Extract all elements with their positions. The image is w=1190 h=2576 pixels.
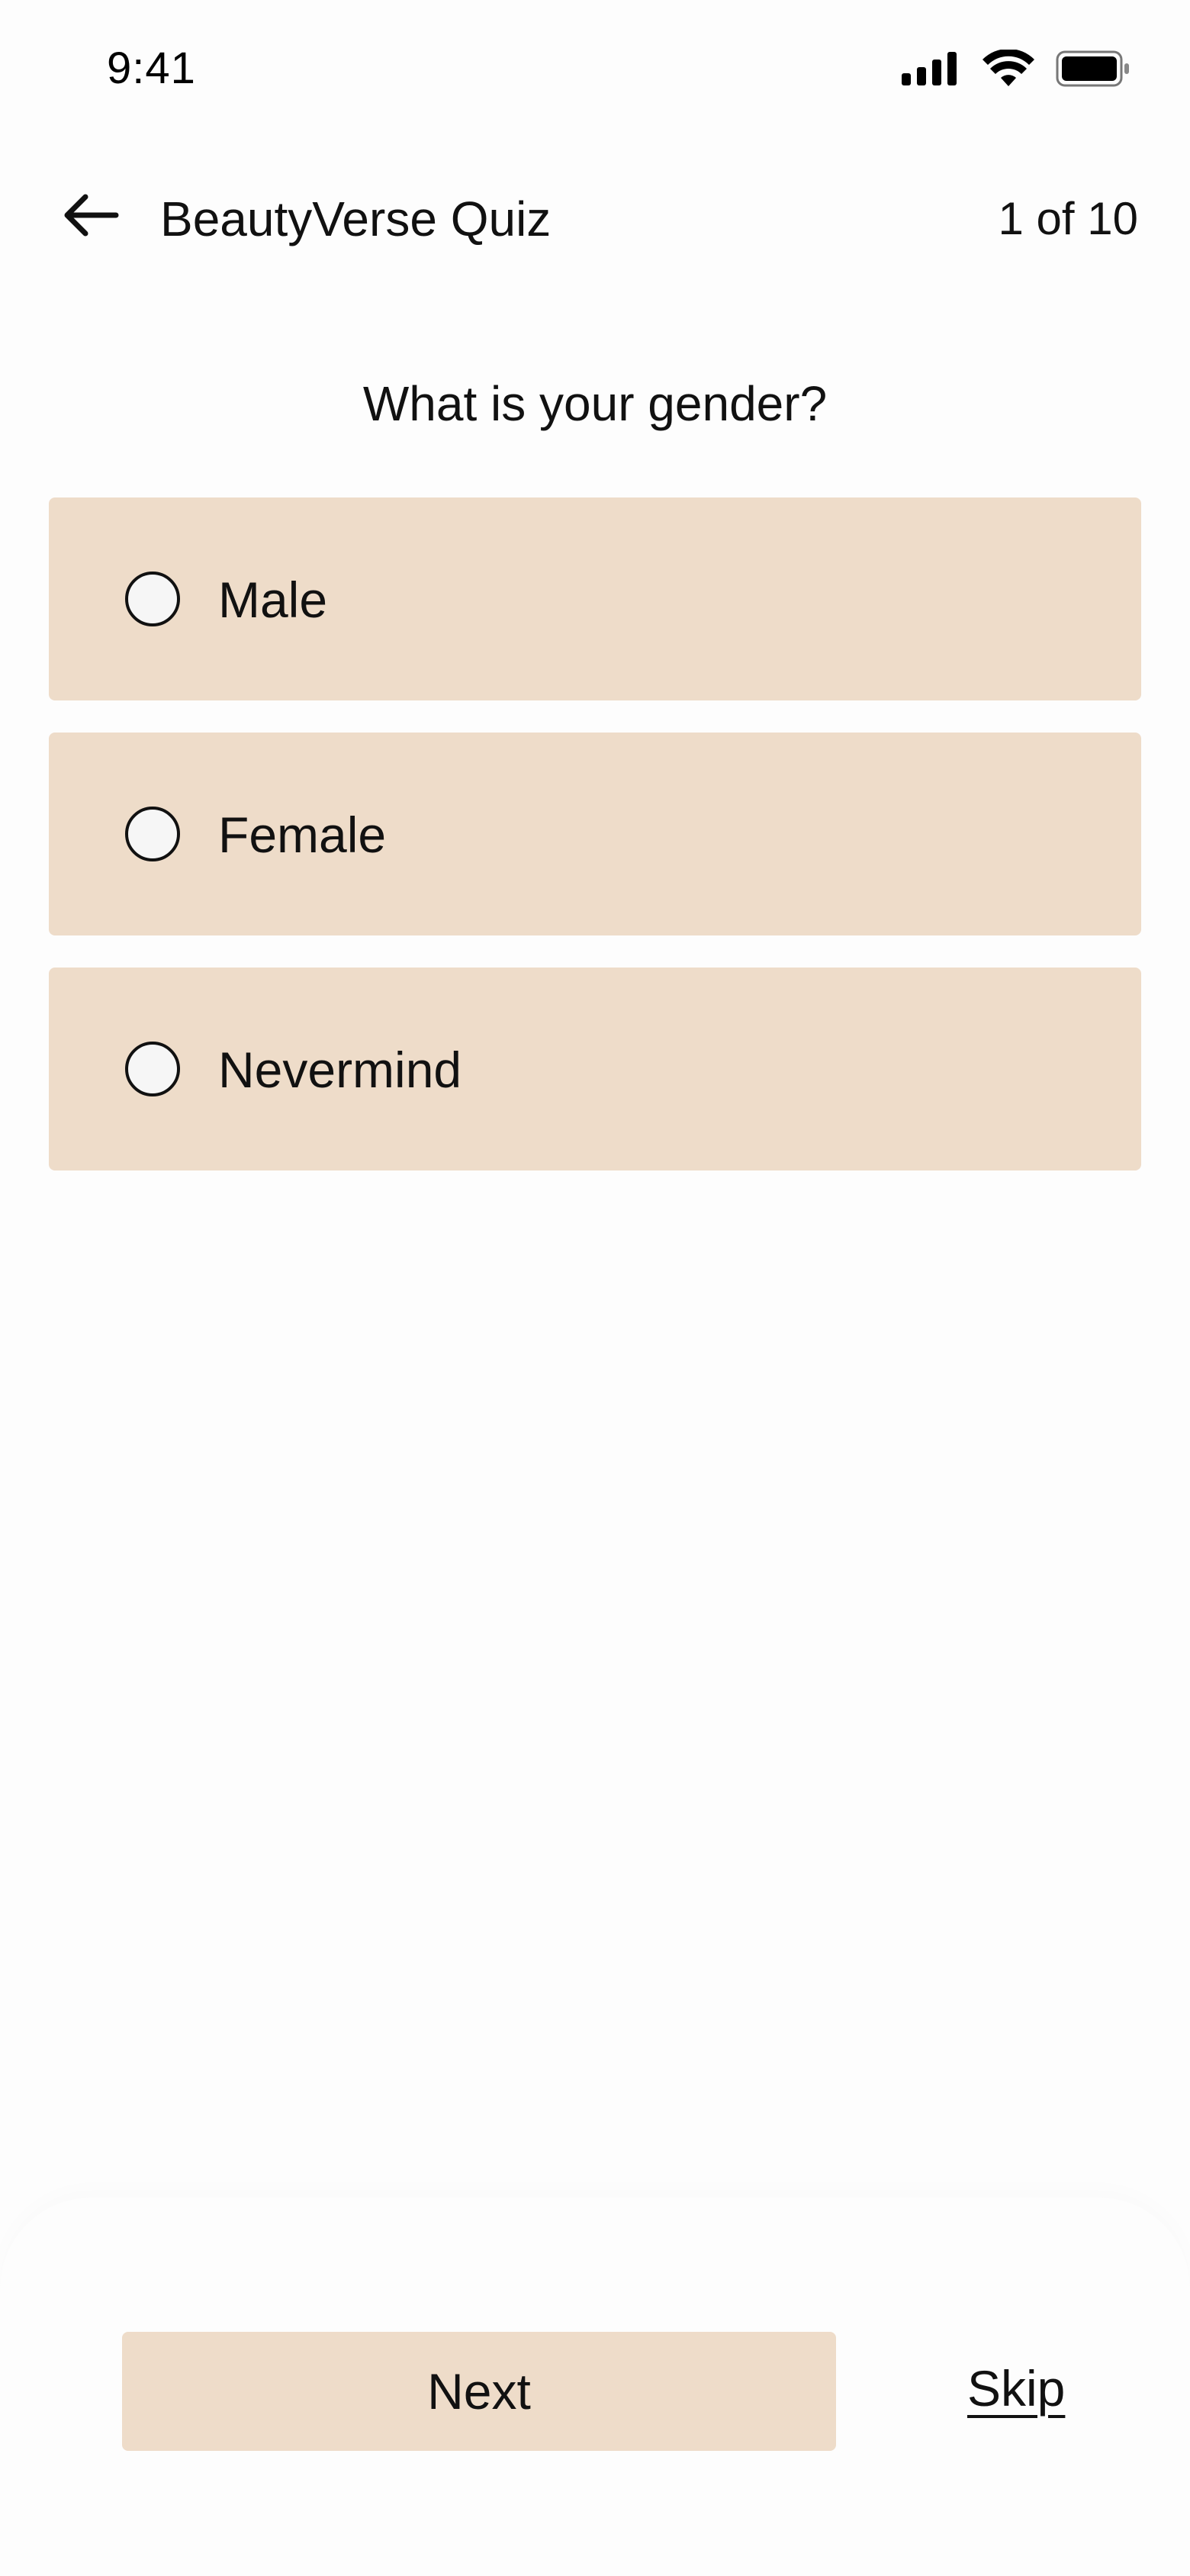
- page-title: BeautyVerse Quiz: [160, 192, 552, 246]
- status-icons: [902, 47, 1130, 93]
- radio-button[interactable]: [125, 572, 180, 626]
- arrow-left-icon: [63, 192, 119, 242]
- question-text: What is your gender?: [362, 376, 828, 431]
- wifi-icon: [983, 48, 1034, 92]
- option-label: Nevermind: [218, 1042, 462, 1098]
- quiz-header: BeautyVerse Quiz 1 of 10: [0, 168, 1190, 267]
- status-time: 9:41: [107, 43, 196, 93]
- answer-options: Male Female Nevermind: [49, 497, 1141, 1203]
- next-button[interactable]: Next: [122, 2332, 836, 2451]
- radio-button[interactable]: [125, 807, 180, 861]
- radio-button[interactable]: [125, 1042, 180, 1096]
- status-bar: 9:41: [0, 0, 1190, 145]
- cellular-signal-icon: [902, 51, 961, 89]
- option-label: Male: [218, 572, 328, 628]
- question-progress: 1 of 10: [998, 193, 1139, 244]
- option-male[interactable]: Male: [49, 497, 1141, 700]
- option-nevermind[interactable]: Nevermind: [49, 968, 1141, 1170]
- battery-icon: [1056, 50, 1130, 91]
- bottom-action-bar: Next Skip: [0, 2198, 1190, 2576]
- skip-link[interactable]: Skip: [967, 2359, 1065, 2417]
- option-label: Female: [218, 807, 387, 863]
- option-female[interactable]: Female: [49, 733, 1141, 935]
- back-button[interactable]: [60, 189, 122, 244]
